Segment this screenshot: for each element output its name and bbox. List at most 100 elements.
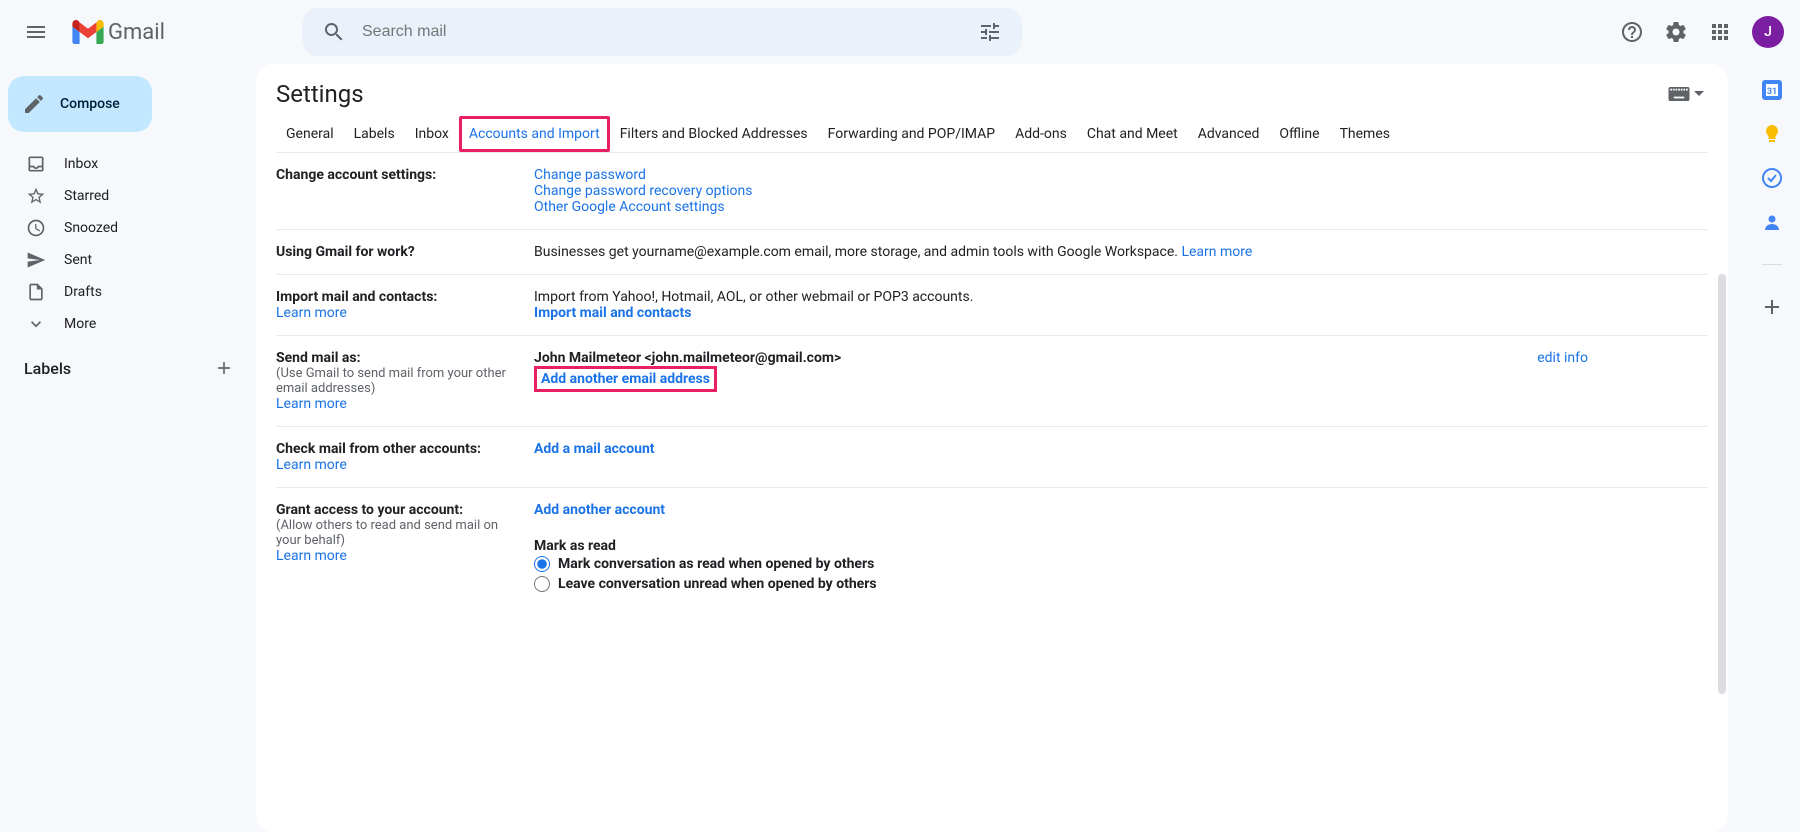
identity-text: John Mailmeteor <john.mailmeteor@gmail.c… bbox=[534, 350, 841, 366]
keyboard-icon bbox=[1668, 87, 1690, 101]
sidebar-item-drafts[interactable]: Drafts bbox=[0, 276, 248, 308]
section-work: Using Gmail for work? Businesses get you… bbox=[276, 230, 1708, 275]
chevron-down-icon bbox=[26, 314, 46, 334]
calendar-app-icon[interactable]: 31 bbox=[1762, 80, 1782, 100]
section-label: Using Gmail for work? bbox=[276, 244, 415, 260]
tab-inbox[interactable]: Inbox bbox=[405, 116, 459, 152]
nav-label: Drafts bbox=[64, 284, 102, 300]
change-password-link[interactable]: Change password bbox=[534, 167, 646, 183]
dropdown-arrow-icon bbox=[1694, 89, 1704, 99]
change-recovery-link[interactable]: Change password recovery options bbox=[534, 183, 752, 199]
hamburger-icon bbox=[24, 20, 48, 44]
mark-read-radio[interactable] bbox=[534, 556, 550, 572]
section-label: Grant access to your account: bbox=[276, 502, 518, 518]
avatar[interactable]: J bbox=[1752, 16, 1784, 48]
section-sub: (Allow others to read and send mail on y… bbox=[276, 518, 518, 548]
tune-icon bbox=[978, 20, 1002, 44]
gmail-logo[interactable]: Gmail bbox=[64, 20, 302, 45]
radio-label: Leave conversation unread when opened by… bbox=[558, 576, 877, 592]
search-input[interactable] bbox=[358, 23, 966, 41]
import-text: Import from Yahoo!, Hotmail, AOL, or oth… bbox=[534, 289, 1708, 305]
nav-label: More bbox=[64, 316, 96, 332]
settings-main: Settings General Labels Inbox Accounts a… bbox=[256, 64, 1728, 832]
keep-app-icon[interactable] bbox=[1762, 124, 1782, 144]
section-label: Import mail and contacts: bbox=[276, 289, 518, 305]
logo-text: Gmail bbox=[108, 20, 165, 45]
tab-themes[interactable]: Themes bbox=[1330, 116, 1400, 152]
plus-icon bbox=[214, 358, 234, 378]
work-learn-more-link[interactable]: Learn more bbox=[1181, 244, 1252, 260]
tab-labels[interactable]: Labels bbox=[344, 116, 405, 152]
settings-button[interactable] bbox=[1656, 12, 1696, 52]
tab-filters[interactable]: Filters and Blocked Addresses bbox=[610, 116, 818, 152]
grant-learn-more-link[interactable]: Learn more bbox=[276, 548, 347, 564]
search-button[interactable] bbox=[310, 8, 358, 56]
side-panel: 31 bbox=[1744, 64, 1800, 832]
import-mail-link[interactable]: Import mail and contacts bbox=[534, 305, 691, 321]
sidebar-item-sent[interactable]: Sent bbox=[0, 244, 248, 276]
sidebar-item-more[interactable]: More bbox=[0, 308, 248, 340]
section-label: Change account settings: bbox=[276, 167, 436, 183]
get-addons-button[interactable] bbox=[1762, 297, 1782, 317]
star-icon bbox=[26, 186, 46, 206]
contacts-app-icon[interactable] bbox=[1762, 212, 1782, 232]
menu-button[interactable] bbox=[12, 8, 60, 56]
sidebar-item-snoozed[interactable]: Snoozed bbox=[0, 212, 248, 244]
tab-advanced[interactable]: Advanced bbox=[1188, 116, 1270, 152]
compose-label: Compose bbox=[60, 96, 120, 112]
work-text: Businesses get yourname@example.com emai… bbox=[534, 244, 1181, 260]
clock-icon bbox=[26, 218, 46, 238]
other-settings-link[interactable]: Other Google Account settings bbox=[534, 199, 725, 215]
search-options-button[interactable] bbox=[966, 8, 1014, 56]
search-icon bbox=[322, 20, 346, 44]
gear-icon bbox=[1664, 20, 1688, 44]
tasks-app-icon[interactable] bbox=[1762, 168, 1782, 188]
tab-forwarding[interactable]: Forwarding and POP/IMAP bbox=[818, 116, 1005, 152]
search-bar[interactable] bbox=[302, 8, 1022, 56]
section-check-mail: Check mail from other accounts: Learn mo… bbox=[276, 427, 1708, 488]
pencil-icon bbox=[22, 92, 46, 116]
tab-offline[interactable]: Offline bbox=[1269, 116, 1329, 152]
svg-text:31: 31 bbox=[1767, 87, 1777, 97]
file-icon bbox=[26, 282, 46, 302]
section-label: Send mail as: bbox=[276, 350, 518, 366]
sidebar-item-inbox[interactable]: Inbox bbox=[0, 148, 248, 180]
add-email-link[interactable]: Add another email address bbox=[534, 366, 717, 392]
gmail-m-icon bbox=[72, 20, 104, 44]
section-send-as: Send mail as: (Use Gmail to send mail fr… bbox=[276, 336, 1708, 427]
tab-chat-meet[interactable]: Chat and Meet bbox=[1077, 116, 1188, 152]
tab-general[interactable]: General bbox=[276, 116, 344, 152]
add-mail-account-link[interactable]: Add a mail account bbox=[534, 441, 655, 457]
send-icon bbox=[26, 250, 46, 270]
section-grant-access: Grant access to your account: (Allow oth… bbox=[276, 488, 1708, 608]
nav-label: Inbox bbox=[64, 156, 98, 172]
nav-label: Starred bbox=[64, 188, 109, 204]
check-learn-more-link[interactable]: Learn more bbox=[276, 457, 347, 473]
scrollbar[interactable] bbox=[1718, 274, 1726, 694]
tab-accounts-import[interactable]: Accounts and Import bbox=[459, 116, 610, 152]
input-tools-button[interactable] bbox=[1664, 83, 1708, 105]
nav-label: Sent bbox=[64, 252, 92, 268]
inbox-icon bbox=[26, 154, 46, 174]
add-label-button[interactable] bbox=[212, 356, 236, 380]
sidebar-item-starred[interactable]: Starred bbox=[0, 180, 248, 212]
section-label: Check mail from other accounts: bbox=[276, 441, 518, 457]
section-sub: (Use Gmail to send mail from your other … bbox=[276, 366, 518, 396]
help-button[interactable] bbox=[1612, 12, 1652, 52]
apps-grid-icon bbox=[1708, 20, 1732, 44]
labels-heading: Labels bbox=[24, 359, 71, 378]
section-import: Import mail and contacts: Learn more Imp… bbox=[276, 275, 1708, 336]
sendas-learn-more-link[interactable]: Learn more bbox=[276, 396, 347, 412]
nav-label: Snoozed bbox=[64, 220, 118, 236]
tab-addons[interactable]: Add-ons bbox=[1005, 116, 1077, 152]
help-icon bbox=[1620, 20, 1644, 44]
mark-as-read-heading: Mark as read bbox=[534, 538, 1708, 554]
compose-button[interactable]: Compose bbox=[8, 76, 152, 132]
section-change-account: Change account settings: Change password… bbox=[276, 153, 1708, 230]
apps-button[interactable] bbox=[1700, 12, 1740, 52]
edit-info-link[interactable]: edit info bbox=[1537, 350, 1708, 366]
leave-unread-radio[interactable] bbox=[534, 576, 550, 592]
add-another-account-link[interactable]: Add another account bbox=[534, 502, 665, 518]
radio-label: Mark conversation as read when opened by… bbox=[558, 556, 874, 572]
import-learn-more-link[interactable]: Learn more bbox=[276, 305, 347, 321]
